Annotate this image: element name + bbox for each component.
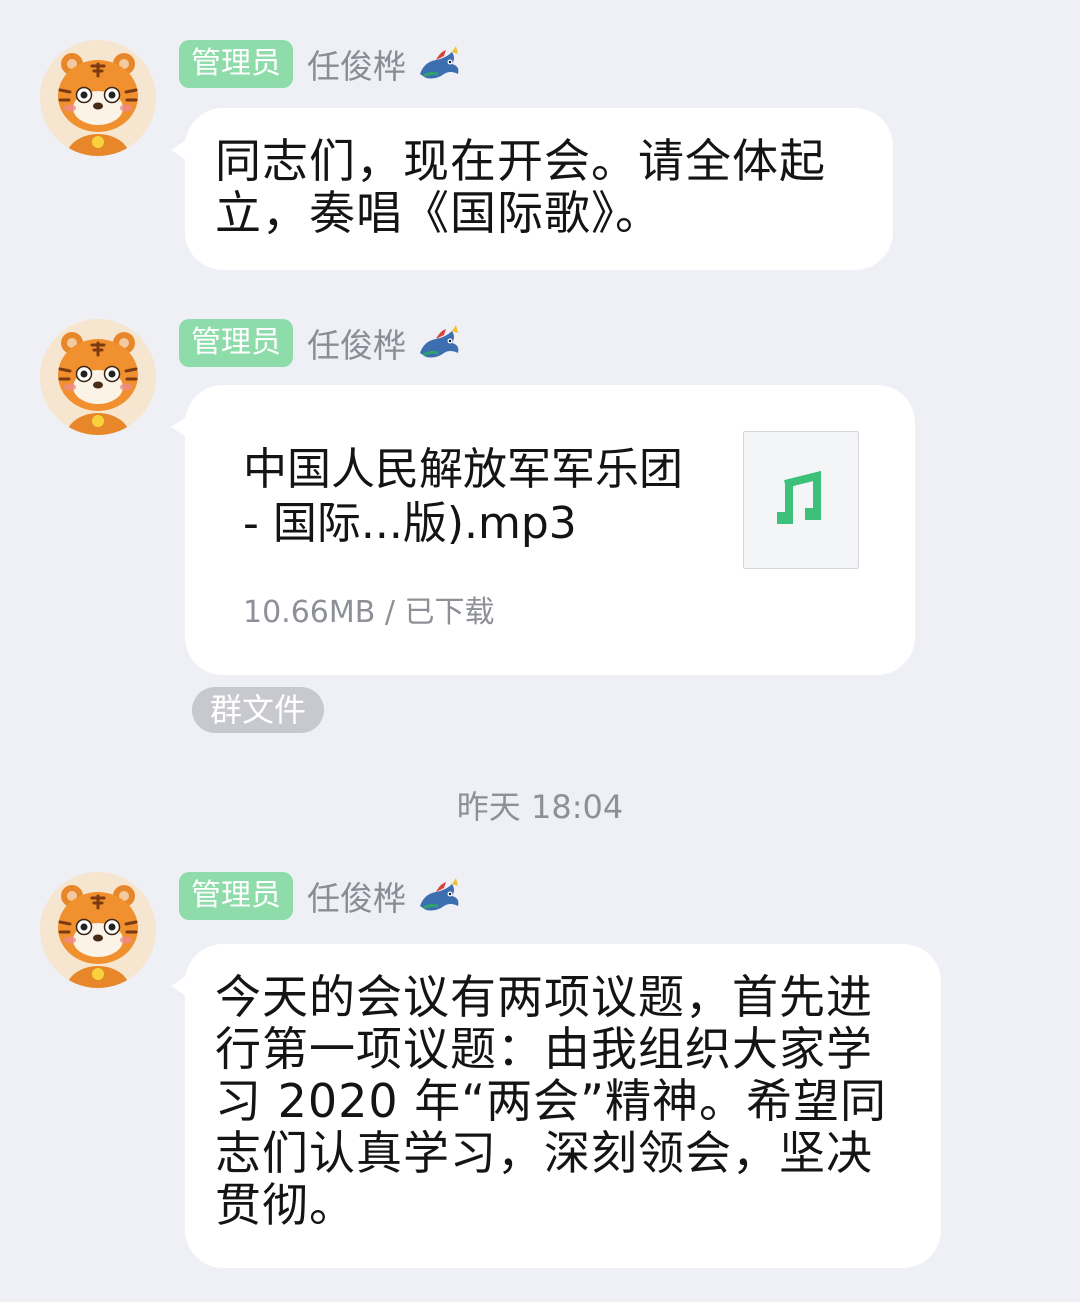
dragon-icon xyxy=(416,44,462,84)
message-bubble[interactable]: 同志们，现在开会。请全体起立，奏唱《国际歌》。 xyxy=(171,108,893,270)
message-meta: 管理员 任俊桦 xyxy=(179,40,462,88)
sender-name[interactable]: 任俊桦 xyxy=(307,40,406,88)
file-name: 中国人民解放军军乐团 - 国际...版).mp3 xyxy=(243,444,683,549)
admin-badge: 管理员 xyxy=(179,872,293,920)
message-text: 同志们，现在开会。请全体起立，奏唱《国际歌》。 xyxy=(215,134,826,240)
timestamp: 昨天 18:04 xyxy=(456,788,624,826)
music-note-icon xyxy=(777,470,821,524)
message-meta: 管理员 任俊桦 xyxy=(179,872,462,920)
dragon-icon xyxy=(416,876,462,916)
sender-name[interactable]: 任俊桦 xyxy=(307,319,406,367)
message-bubble[interactable]: 今天的会议有两项议题，首先进行第一项议题：由我组织大家学习 2020 年“两会”… xyxy=(171,944,941,1268)
tiger-avatar[interactable] xyxy=(40,872,156,988)
tiger-avatar[interactable] xyxy=(40,40,156,156)
file-size-status: 10.66MB / 已下载 xyxy=(243,595,495,630)
sender-name[interactable]: 任俊桦 xyxy=(307,872,406,920)
tiger-avatar[interactable] xyxy=(40,319,156,435)
admin-badge: 管理员 xyxy=(179,40,293,88)
message-text: 今天的会议有两项议题，首先进行第一项议题：由我组织大家学习 2020 年“两会”… xyxy=(215,970,887,1232)
admin-badge: 管理员 xyxy=(179,319,293,367)
dragon-icon xyxy=(416,323,462,363)
group-file-tag[interactable]: 群文件 xyxy=(192,687,325,733)
message-meta: 管理员 任俊桦 xyxy=(179,319,462,367)
file-message-bubble[interactable]: 中国人民解放军军乐团 - 国际...版).mp3 10.66MB / 已下载 xyxy=(171,385,915,675)
music-file-icon xyxy=(743,431,859,569)
